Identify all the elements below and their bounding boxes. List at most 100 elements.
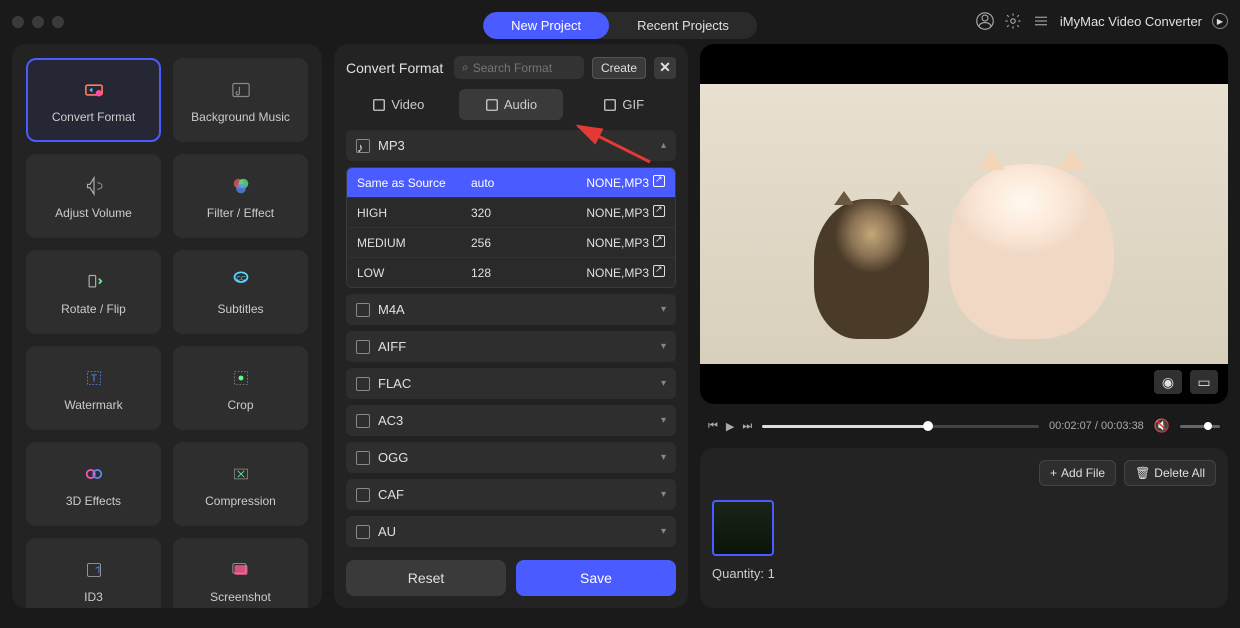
id3-icon	[80, 556, 108, 584]
trash-icon: 🗑	[1135, 466, 1150, 480]
rotate-icon	[80, 268, 108, 296]
preview-content	[700, 84, 1228, 365]
tool-convert-format[interactable]: Convert Format	[26, 58, 161, 142]
close-panel-button[interactable]: ✕	[654, 57, 676, 79]
format-ac3[interactable]: AC3▾	[346, 405, 676, 436]
progress-thumb[interactable]	[923, 421, 933, 431]
tool-compression[interactable]: Compression	[173, 442, 308, 526]
time-display: 00:02:07 / 00:03:38	[1049, 420, 1144, 432]
3d-icon	[80, 460, 108, 488]
external-link-icon[interactable]	[653, 175, 665, 187]
external-link-icon[interactable]	[653, 205, 665, 217]
close-window-icon[interactable]	[12, 16, 24, 28]
create-button[interactable]: Create	[592, 57, 646, 79]
add-file-button[interactable]: +Add File	[1039, 460, 1116, 486]
app-name: iMyMac Video Converter	[1060, 14, 1202, 29]
audio-format-icon: ♪	[356, 139, 370, 153]
preset-row[interactable]: MEDIUM256NONE,MP3	[347, 227, 675, 257]
file-thumbnail[interactable]	[712, 500, 774, 556]
tool-subtitles[interactable]: CCSubtitles	[173, 250, 308, 334]
audio-format-icon	[356, 525, 370, 539]
tool-rotate-flip[interactable]: Rotate / Flip	[26, 250, 161, 334]
save-button[interactable]: Save	[516, 560, 676, 596]
tool-label: Adjust Volume	[55, 206, 132, 220]
volume-icon[interactable]: 🔇	[1154, 418, 1170, 434]
tool-label: Rotate / Flip	[61, 302, 126, 316]
reset-button[interactable]: Reset	[346, 560, 506, 596]
search-icon: ⌕	[462, 60, 469, 75]
minimize-window-icon[interactable]	[32, 16, 44, 28]
chevron-down-icon: ▾	[661, 378, 666, 389]
subtitles-icon: CC	[227, 268, 255, 296]
audio-format-icon	[356, 451, 370, 465]
tab-audio[interactable]: Audio	[459, 89, 564, 120]
play-icon[interactable]: ▶	[1212, 13, 1228, 29]
svg-text:T: T	[91, 373, 97, 384]
tab-gif[interactable]: GIF	[571, 89, 676, 120]
format-ogg[interactable]: OGG▾	[346, 442, 676, 473]
header-right: iMyMac Video Converter ▶	[976, 12, 1228, 30]
tool-id-[interactable]: ID3	[26, 538, 161, 608]
format-m4a[interactable]: M4A▾	[346, 294, 676, 325]
tool-crop[interactable]: Crop	[173, 346, 308, 430]
chevron-up-icon: ▴	[661, 140, 666, 151]
delete-all-button[interactable]: 🗑Delete All	[1124, 460, 1216, 486]
audio-format-icon	[356, 303, 370, 317]
tool-filter-effect[interactable]: Filter / Effect	[173, 154, 308, 238]
music-icon	[227, 76, 255, 104]
preset-row[interactable]: LOW128NONE,MP3	[347, 257, 675, 287]
fullscreen-icon[interactable]: ▭	[1190, 370, 1218, 394]
playback-controls: ⏮ ▶ ⏭ 00:02:07 / 00:03:38 🔇	[700, 414, 1228, 438]
tool-label: Watermark	[64, 398, 122, 412]
screenshot-icon	[227, 556, 255, 584]
new-project-tab[interactable]: New Project	[483, 12, 609, 39]
chevron-down-icon: ▾	[661, 304, 666, 315]
svg-text:CC: CC	[236, 275, 246, 282]
preset-row[interactable]: HIGH320NONE,MP3	[347, 197, 675, 227]
volume-slider[interactable]	[1180, 425, 1220, 428]
format-panel: Convert Format ⌕ Create ✕ VideoAudioGIF …	[334, 44, 688, 608]
format-flac[interactable]: FLAC▾	[346, 368, 676, 399]
account-icon[interactable]	[976, 12, 994, 30]
format-caf[interactable]: CAF▾	[346, 479, 676, 510]
progress-bar[interactable]	[762, 425, 1039, 428]
video-preview: ◉ ▭	[700, 44, 1228, 404]
audio-format-icon	[356, 377, 370, 391]
tool-screenshot[interactable]: Screenshot	[173, 538, 308, 608]
watermark-icon: T	[80, 364, 108, 392]
format-mp3[interactable]: ♪MP3▴	[346, 130, 676, 161]
external-link-icon[interactable]	[653, 235, 665, 247]
recent-projects-tab[interactable]: Recent Projects	[609, 12, 757, 39]
search-field[interactable]	[473, 61, 563, 75]
tool-watermark[interactable]: T Watermark	[26, 346, 161, 430]
chevron-down-icon: ▾	[661, 341, 666, 352]
crop-icon	[227, 364, 255, 392]
external-link-icon[interactable]	[653, 265, 665, 277]
play-button[interactable]: ▶	[726, 420, 734, 433]
tab-video[interactable]: Video	[346, 89, 451, 120]
panel-title: Convert Format	[346, 60, 446, 76]
next-button[interactable]: ⏭	[742, 420, 752, 433]
tool-label: Filter / Effect	[207, 206, 274, 220]
maximize-window-icon[interactable]	[52, 16, 64, 28]
tool--d-effects[interactable]: 3D Effects	[26, 442, 161, 526]
preset-row[interactable]: Same as SourceautoNONE,MP3	[347, 168, 675, 197]
chevron-down-icon: ▾	[661, 415, 666, 426]
audio-format-icon	[356, 488, 370, 502]
plus-icon: +	[1050, 466, 1057, 480]
audio-format-icon	[356, 340, 370, 354]
menu-icon[interactable]	[1032, 12, 1050, 30]
format-au[interactable]: AU▾	[346, 516, 676, 547]
prev-button[interactable]: ⏮	[708, 420, 718, 433]
snapshot-icon[interactable]: ◉	[1154, 370, 1182, 394]
settings-icon[interactable]	[1004, 12, 1022, 30]
window-controls[interactable]	[12, 16, 64, 28]
tool-background-music[interactable]: Background Music	[173, 58, 308, 142]
volume-icon	[80, 172, 108, 200]
chevron-down-icon: ▾	[661, 452, 666, 463]
filter-icon	[227, 172, 255, 200]
search-input[interactable]: ⌕	[454, 56, 584, 79]
tool-adjust-volume[interactable]: Adjust Volume	[26, 154, 161, 238]
format-aiff[interactable]: AIFF▾	[346, 331, 676, 362]
progress-fill	[762, 425, 928, 428]
